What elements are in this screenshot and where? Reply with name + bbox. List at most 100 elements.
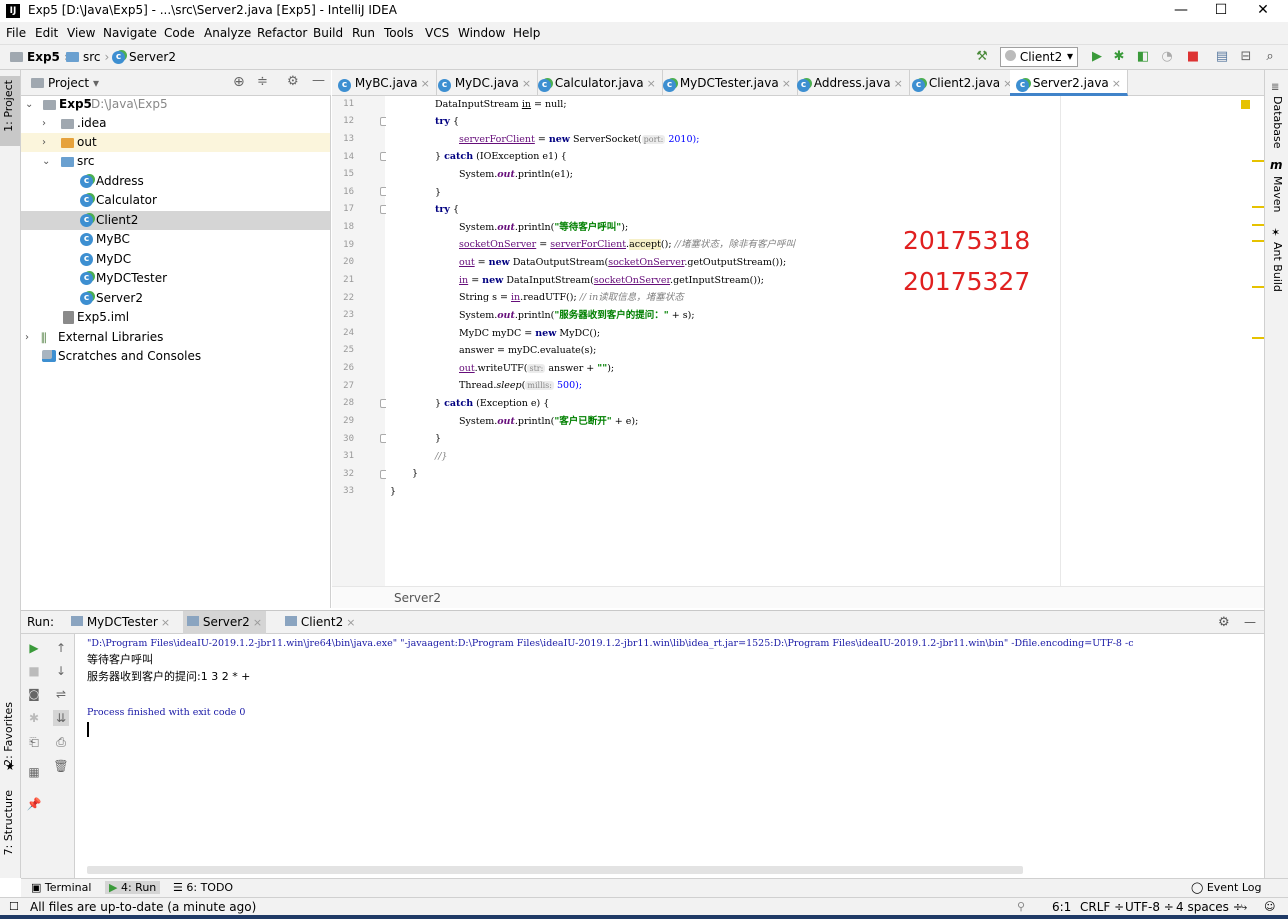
breadcrumb-project[interactable]: Exp5 › <box>10 50 69 64</box>
tree-item-out[interactable]: › out <box>21 133 330 152</box>
run-tab-server2[interactable]: Server2 × <box>183 611 267 634</box>
editor-gutter[interactable]: 11 12 13 14 15 16 17 18 19 20 21 22 23 2… <box>332 96 389 586</box>
exit-icon[interactable]: ⎗ <box>26 734 42 750</box>
close-button[interactable]: ✕ <box>1240 0 1286 22</box>
structure-tool-tab[interactable]: 7: Structure <box>2 790 15 855</box>
project-structure-icon[interactable]: ▤ <box>1215 50 1229 64</box>
pin-icon[interactable]: 📌 <box>26 796 42 812</box>
tab-mydctester-java[interactable]: c MyDCTester.java × <box>657 70 798 96</box>
editor-breadcrumb-label[interactable]: Server2 <box>394 591 441 605</box>
warning-marker[interactable] <box>1252 286 1264 288</box>
todo-tab[interactable]: ☰ 6: TODO <box>169 881 237 894</box>
tab-client2-java[interactable]: c Client2.java × <box>906 70 1020 96</box>
menu-run[interactable]: Run <box>352 26 375 40</box>
warning-marker[interactable] <box>1252 337 1264 339</box>
tab-mybc-java[interactable]: c MyBC.java × <box>332 70 437 96</box>
menu-build[interactable]: Build <box>313 26 343 40</box>
print-icon[interactable]: ⎙ <box>53 734 69 750</box>
line-separator-select[interactable]: CRLF ÷ <box>1080 900 1124 914</box>
chevron-right-icon[interactable]: › <box>42 133 46 152</box>
tab-address-java[interactable]: c Address.java × <box>791 70 910 96</box>
menu-navigate[interactable]: Navigate <box>103 26 157 40</box>
status-toggle-icon[interactable]: ☐ <box>9 900 19 913</box>
encoding-select[interactable]: UTF-8 ÷ <box>1125 900 1174 914</box>
close-tab-icon[interactable]: × <box>253 616 262 629</box>
warning-marker[interactable] <box>1252 206 1264 208</box>
tree-item-server2[interactable]: c Server2 <box>21 289 330 308</box>
menu-vcs[interactable]: VCS <box>425 26 449 40</box>
run-tab-mydctester[interactable]: MyDCTester × <box>67 615 174 629</box>
run-icon[interactable]: ▶ <box>1090 50 1104 64</box>
chevron-right-icon[interactable]: › <box>25 328 29 347</box>
down-arrow-icon[interactable]: ↓ <box>53 663 69 679</box>
warning-marker[interactable] <box>1252 160 1264 162</box>
chevron-down-icon[interactable]: ▾ <box>93 76 99 90</box>
gear-icon[interactable]: ⚙ <box>1218 615 1230 630</box>
close-tab-icon[interactable]: × <box>647 77 656 90</box>
maven-tool-tab[interactable]: Maven <box>1271 176 1284 212</box>
menu-tools[interactable]: Tools <box>384 26 414 40</box>
close-tab-icon[interactable]: × <box>421 77 430 90</box>
tree-item-client2[interactable]: c Client2 <box>21 211 330 230</box>
menu-edit[interactable]: Edit <box>35 26 58 40</box>
gear-icon[interactable]: ⚙ <box>287 74 299 89</box>
tree-item-mybc[interactable]: c MyBC <box>21 230 330 249</box>
run-configuration-select[interactable]: Client2 ▾ <box>1000 47 1078 67</box>
chevron-down-icon[interactable]: ⌄ <box>25 95 33 114</box>
tab-server2-java[interactable]: c Server2.java × <box>1010 70 1128 96</box>
tree-item-calculator[interactable]: c Calculator <box>21 191 330 210</box>
terminal-tab[interactable]: ▣ Terminal <box>27 881 95 894</box>
lock-icon[interactable]: ⚲ <box>1017 900 1025 913</box>
layout-icon[interactable]: ▦ <box>26 764 42 780</box>
tree-item-idea[interactable]: › .idea <box>21 114 330 133</box>
search-icon[interactable]: ⌕ <box>1263 50 1277 64</box>
menu-analyze[interactable]: Analyze <box>204 26 251 40</box>
console-output[interactable]: "D:\Program Files\ideaIU-2019.1.2-jbr11.… <box>76 634 1264 878</box>
warning-marker[interactable] <box>1252 224 1264 226</box>
project-view-selector[interactable]: Project <box>48 76 89 90</box>
tree-item-address[interactable]: c Address <box>21 172 330 191</box>
stop-icon[interactable]: ■ <box>26 663 42 679</box>
profile-icon[interactable]: ◔ <box>1160 50 1174 64</box>
soft-wrap-icon[interactable]: ⇌ <box>53 686 69 702</box>
close-tab-icon[interactable]: × <box>782 77 791 90</box>
stop-icon[interactable]: ■ <box>1186 50 1200 64</box>
tab-mydc-java[interactable]: c MyDC.java × <box>432 70 539 96</box>
menu-help[interactable]: Help <box>513 26 540 40</box>
git-icon[interactable]: ⤷ <box>1241 900 1247 914</box>
tree-item-scratches[interactable]: Scratches and Consoles <box>21 347 330 366</box>
close-tab-icon[interactable]: × <box>1112 77 1121 90</box>
camera-icon[interactable]: ◙ <box>26 686 42 702</box>
inspector-icon[interactable]: ☺ <box>1264 900 1275 913</box>
error-stripe[interactable] <box>1241 96 1264 586</box>
warning-marker[interactable] <box>1252 240 1264 242</box>
warning-status-icon[interactable] <box>1241 100 1250 109</box>
trash-icon[interactable]: 🗑 <box>53 758 69 774</box>
tree-item-mydctester[interactable]: c MyDCTester <box>21 269 330 288</box>
project-tool-tab[interactable]: 1: Project <box>2 80 15 132</box>
up-arrow-icon[interactable]: ↑ <box>53 640 69 656</box>
tab-calculator-java[interactable]: c Calculator.java × <box>532 70 663 96</box>
chevron-down-icon[interactable]: ⌄ <box>42 152 50 171</box>
close-tab-icon[interactable]: × <box>522 77 531 90</box>
horizontal-scrollbar[interactable] <box>87 866 1023 874</box>
ant-build-tool-tab[interactable]: Ant Build <box>1271 242 1284 292</box>
locate-icon[interactable]: ⊕ <box>233 74 245 90</box>
breadcrumb-class[interactable]: c Server2 <box>112 50 176 64</box>
indent-select[interactable]: 4 spaces ÷ <box>1176 900 1243 914</box>
caret-position[interactable]: 6:1 <box>1052 900 1071 914</box>
code-editor[interactable]: DataInputStream in = null; try { serverF… <box>386 96 1060 586</box>
menu-view[interactable]: View <box>67 26 95 40</box>
tree-item-src[interactable]: ⌄ src <box>21 152 330 171</box>
database-tool-tab[interactable]: Database <box>1271 96 1284 149</box>
event-log-tab[interactable]: ◯ Event Log <box>1187 881 1265 894</box>
close-tab-icon[interactable]: × <box>161 616 170 629</box>
menu-code[interactable]: Code <box>164 26 195 40</box>
close-tab-icon[interactable]: × <box>894 77 903 90</box>
tree-item-exp5-iml[interactable]: Exp5.iml <box>21 308 330 327</box>
layout-icon[interactable]: ⊟ <box>1239 50 1253 64</box>
run-tab-client2[interactable]: Client2 × <box>281 615 359 629</box>
close-tab-icon[interactable]: × <box>346 616 355 629</box>
run-tool-tab[interactable]: ▶ 4: Run <box>105 881 161 894</box>
maximize-button[interactable]: ☐ <box>1198 0 1244 22</box>
